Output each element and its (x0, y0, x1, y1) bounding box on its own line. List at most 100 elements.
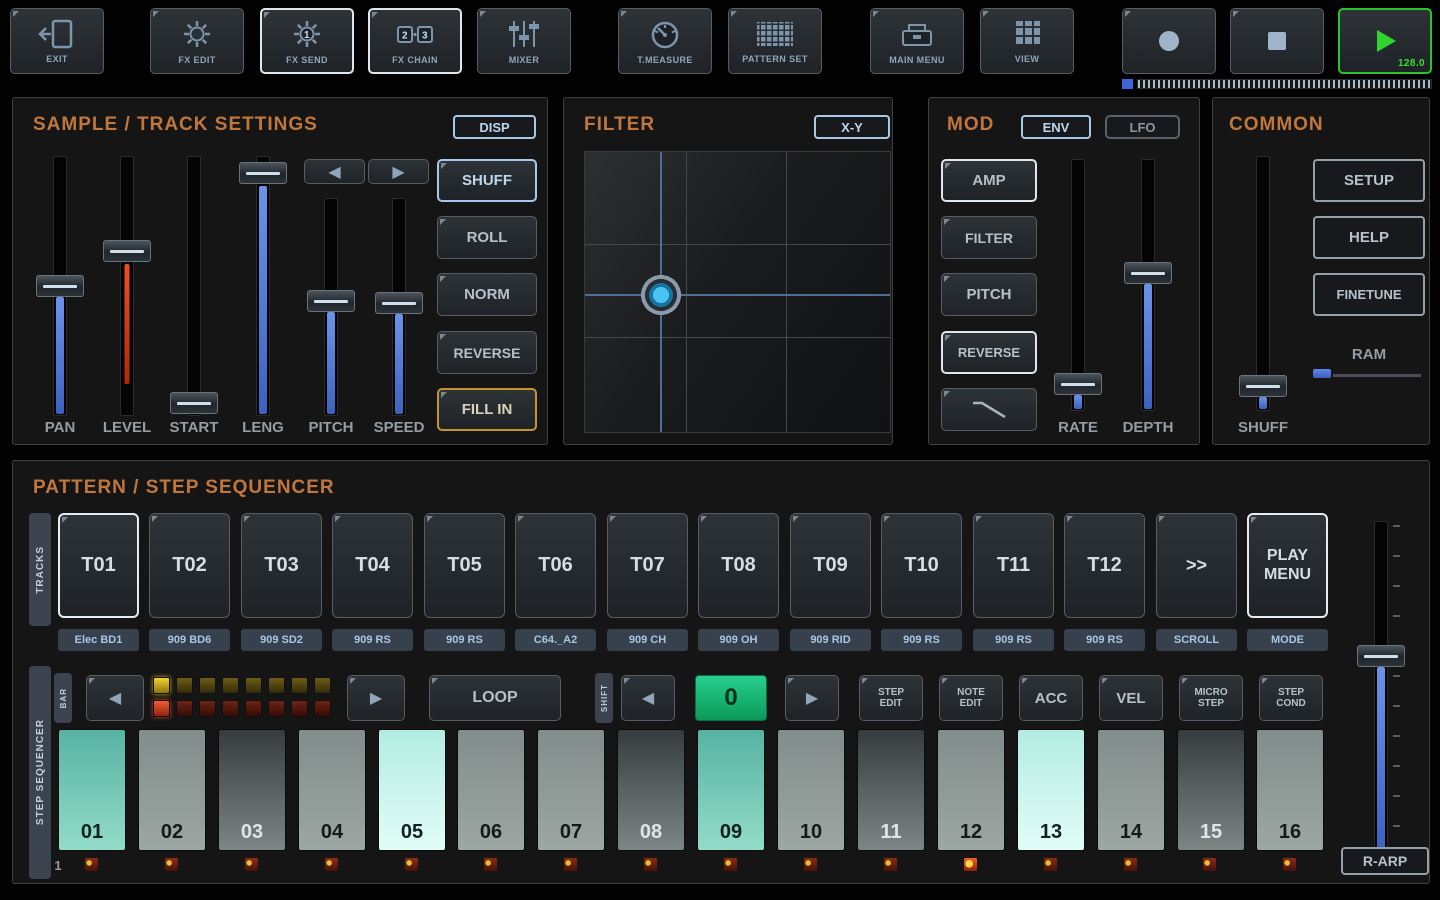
depth-slider-thumb[interactable] (1124, 262, 1172, 284)
track-button-t08[interactable]: T08 (698, 513, 779, 618)
pitch-slider-thumb[interactable] (307, 290, 355, 312)
mod-rate-slider[interactable] (1054, 159, 1102, 411)
fill-in-button[interactable]: FILL IN (437, 388, 537, 431)
mod-amp-button[interactable]: AMP (941, 159, 1037, 202)
pitch-slider[interactable] (307, 198, 355, 416)
exit-button[interactable]: EXIT (10, 8, 104, 74)
mod-pitch-button[interactable]: PITCH (941, 273, 1037, 316)
track-sample-t04[interactable]: 909 RS (332, 629, 413, 651)
t-measure-button[interactable]: T.MEASURE (618, 8, 712, 74)
step-cell-14[interactable]: 14 (1097, 729, 1165, 851)
mod-envelope-shape-button[interactable] (941, 388, 1037, 431)
shift-position-display[interactable]: 0 (695, 675, 767, 721)
mod-depth-slider[interactable] (1124, 159, 1172, 411)
r-arp-button[interactable]: R-ARP (1341, 847, 1429, 875)
track-button-t03[interactable]: T03 (241, 513, 322, 618)
note-edit-button[interactable]: NOTE EDIT (939, 675, 1003, 721)
track-button-t12[interactable]: T12 (1064, 513, 1145, 618)
setup-button[interactable]: SETUP (1313, 159, 1425, 202)
step-cell-15[interactable]: 15 (1177, 729, 1245, 851)
step-cond-button[interactable]: STEP COND (1259, 675, 1323, 721)
filter-xy-pad[interactable] (584, 151, 891, 433)
pan-slider[interactable] (36, 156, 84, 416)
track-button-t11[interactable]: T11 (973, 513, 1054, 618)
stop-button[interactable] (1230, 8, 1324, 74)
help-button[interactable]: HELP (1313, 216, 1425, 259)
xy-pad-puck[interactable] (637, 270, 686, 319)
shuff-button[interactable]: SHUFF (437, 159, 537, 202)
disp-button[interactable]: DISP (453, 115, 536, 139)
shuff-slider-thumb[interactable] (1239, 375, 1287, 397)
pan-slider-thumb[interactable] (36, 275, 84, 297)
shift-left-button[interactable]: ◀ (621, 675, 675, 721)
xy-mode-button[interactable]: X-Y (814, 115, 890, 139)
track-sample-t10[interactable]: 909 RS (881, 629, 962, 651)
level-slider-thumb[interactable] (103, 240, 151, 262)
step-cell-09[interactable]: 09 (697, 729, 765, 851)
track-sample-t09[interactable]: 909 RID (790, 629, 871, 651)
step-cell-13[interactable]: 13 (1017, 729, 1085, 851)
sample-prev-button[interactable]: ◀ (304, 159, 365, 184)
step-edit-button[interactable]: STEP EDIT (859, 675, 923, 721)
track-button-t07[interactable]: T07 (607, 513, 688, 618)
master-slider-thumb[interactable] (1357, 645, 1405, 667)
fx-send-button[interactable]: 1 FX SEND (260, 8, 354, 74)
finetune-button[interactable]: FINETUNE (1313, 273, 1425, 316)
step-cell-06[interactable]: 06 (457, 729, 525, 851)
track-button-t05[interactable]: T05 (424, 513, 505, 618)
speed-slider[interactable] (375, 198, 423, 416)
leng-slider-thumb[interactable] (239, 162, 287, 184)
step-cell-16[interactable]: 16 (1256, 729, 1324, 851)
track-button-t10[interactable]: T10 (881, 513, 962, 618)
rate-slider-thumb[interactable] (1054, 373, 1102, 395)
pattern-set-button[interactable]: PATTERN SET (728, 8, 822, 74)
step-cell-10[interactable]: 10 (777, 729, 845, 851)
track-sample-t07[interactable]: 909 CH (607, 629, 688, 651)
start-slider-thumb[interactable] (170, 392, 218, 414)
fx-edit-button[interactable]: FX EDIT (150, 8, 244, 74)
leng-slider[interactable] (239, 156, 287, 416)
step-cell-05[interactable]: 05 (378, 729, 446, 851)
mixer-button[interactable]: MIXER (477, 8, 571, 74)
track-sample-t05[interactable]: 909 RS (424, 629, 505, 651)
lfo-tab[interactable]: LFO (1105, 115, 1180, 139)
roll-button[interactable]: ROLL (437, 216, 537, 259)
track-sample-t01[interactable]: Elec BD1 (58, 629, 139, 651)
view-button[interactable]: VIEW (980, 8, 1074, 74)
record-button[interactable] (1122, 8, 1216, 74)
track-sample-t06[interactable]: C64._A2 (515, 629, 596, 651)
mod-filter-button[interactable]: FILTER (941, 216, 1037, 259)
vel-button[interactable]: VEL (1099, 675, 1163, 721)
sample-next-button[interactable]: ▶ (368, 159, 429, 184)
track-button-t02[interactable]: T02 (149, 513, 230, 618)
track-button-t09[interactable]: T09 (790, 513, 871, 618)
step-cell-12[interactable]: 12 (937, 729, 1005, 851)
level-slider[interactable] (103, 156, 151, 416)
common-shuff-slider[interactable] (1239, 156, 1287, 411)
prev-bar-button[interactable]: ◀ (86, 675, 144, 721)
step-cell-11[interactable]: 11 (857, 729, 925, 851)
master-volume-slider[interactable] (1357, 521, 1405, 851)
step-cell-02[interactable]: 02 (138, 729, 206, 851)
track-sample-t12[interactable]: 909 RS (1064, 629, 1145, 651)
step-cell-08[interactable]: 08 (617, 729, 685, 851)
ram-slider-thumb[interactable] (1313, 369, 1331, 378)
env-tab[interactable]: ENV (1021, 115, 1091, 139)
acc-button[interactable]: ACC (1019, 675, 1083, 721)
track-button-t01[interactable]: T01 (58, 513, 139, 618)
step-cell-04[interactable]: 04 (298, 729, 366, 851)
track-sample-t08[interactable]: 909 OH (698, 629, 779, 651)
speed-slider-thumb[interactable] (375, 292, 423, 314)
track-scroll-button[interactable]: >> (1156, 513, 1237, 618)
step-cell-03[interactable]: 03 (218, 729, 286, 851)
main-menu-button[interactable]: MAIN MENU (870, 8, 964, 74)
loop-button[interactable]: LOOP (429, 675, 561, 721)
play-menu-button[interactable]: PLAY MENU (1247, 513, 1328, 618)
track-sample-t11[interactable]: 909 RS (973, 629, 1054, 651)
step-cell-01[interactable]: 01 (58, 729, 126, 851)
track-button-t04[interactable]: T04 (332, 513, 413, 618)
fx-chain-button[interactable]: 2 3 FX CHAIN (368, 8, 462, 74)
track-sample-t03[interactable]: 909 SD2 (241, 629, 322, 651)
track-sample-t02[interactable]: 909 BD6 (149, 629, 230, 651)
track-button-t06[interactable]: T06 (515, 513, 596, 618)
